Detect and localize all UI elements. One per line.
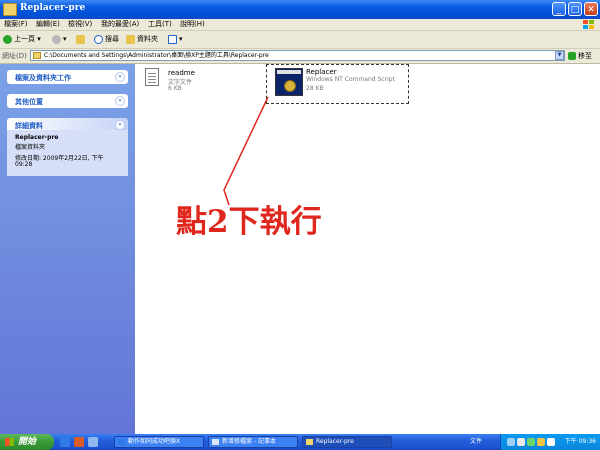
clock: 下午 09:36 — [564, 438, 596, 445]
start-label: 開始 — [18, 437, 37, 447]
language-indicator[interactable]: 文件 — [470, 434, 482, 450]
annotation-text: 點2下執行 — [176, 204, 322, 240]
ie-icon — [118, 439, 125, 445]
system-tray: 下午 09:36 — [500, 434, 600, 450]
notepad-icon — [212, 439, 219, 445]
folder-icon — [306, 439, 313, 445]
tray-icon[interactable] — [527, 438, 535, 446]
task-label: Replacer-pre — [316, 438, 354, 445]
taskbar-task-1[interactable]: 動作如同成功吧換X — [114, 436, 204, 448]
tray-icon[interactable] — [547, 438, 555, 446]
tray-icon[interactable] — [507, 438, 515, 446]
ie-icon[interactable] — [60, 437, 70, 447]
taskbar: 開始 動作如同成功吧換X 新增修檔案 - 記事本 Replacer-pre 文件… — [0, 434, 600, 450]
tray-icon[interactable] — [537, 438, 545, 446]
windows-logo-icon — [5, 438, 14, 446]
start-button[interactable]: 開始 — [0, 434, 54, 450]
task-label: 動作如同成功吧換X — [128, 438, 181, 445]
taskbar-task-3[interactable]: Replacer-pre — [302, 436, 392, 448]
task-label: 新增修檔案 - 記事本 — [222, 438, 276, 445]
tray-icon[interactable] — [517, 438, 525, 446]
show-desktop-icon[interactable] — [88, 437, 98, 447]
media-player-icon[interactable] — [74, 437, 84, 447]
taskbar-task-2[interactable]: 新增修檔案 - 記事本 — [208, 436, 298, 448]
